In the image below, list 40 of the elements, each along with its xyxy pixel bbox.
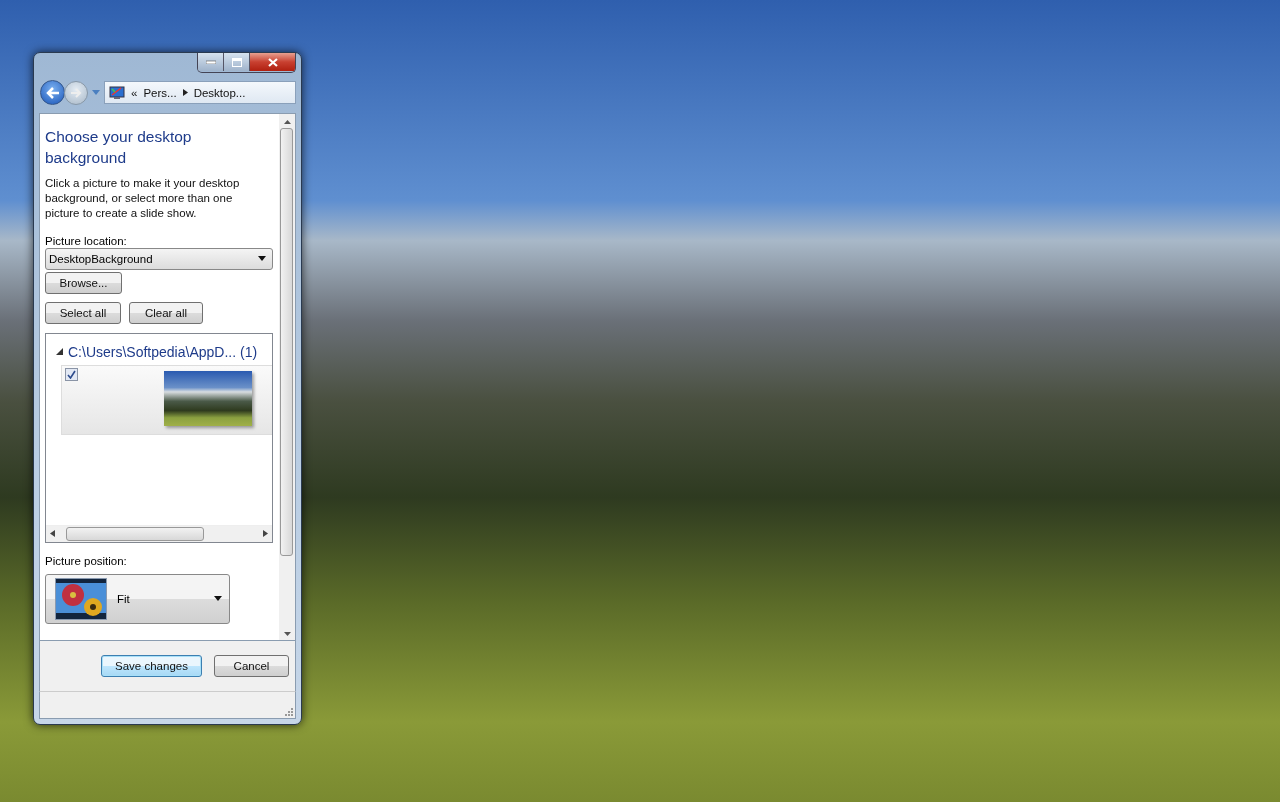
scroll-left-icon[interactable] — [50, 530, 55, 538]
folder-group-title[interactable]: C:\Users\Softpedia\AppD... (1) — [68, 343, 258, 360]
forward-arrow-icon — [70, 87, 82, 98]
picture-position-dropdown[interactable]: Fit — [45, 573, 230, 624]
resize-grip-icon[interactable] — [285, 708, 293, 716]
minimize-button[interactable] — [198, 53, 224, 71]
monitor-icon — [109, 85, 125, 100]
field-label: Picture position: — [45, 554, 128, 567]
field-label: Picture location: — [45, 234, 128, 247]
maximize-button[interactable] — [224, 53, 250, 71]
back-arrow-icon — [45, 86, 60, 99]
breadcrumb-item[interactable]: Pers... — [143, 86, 177, 99]
clear-all-button[interactable]: Clear all — [129, 301, 203, 324]
close-icon — [267, 57, 278, 67]
close-button[interactable] — [250, 53, 295, 71]
picture-location-dropdown[interactable]: DesktopBackground — [45, 247, 273, 270]
flowers-thumbnail-icon — [55, 577, 107, 620]
picture-tile[interactable] — [61, 364, 272, 435]
breadcrumb-item[interactable]: Desktop... — [193, 86, 246, 99]
caret-icon — [214, 596, 222, 602]
caret-icon — [258, 256, 266, 262]
horizontal-scroll-thumb[interactable] — [66, 526, 204, 541]
dialog-button[interactable]: Save changes — [101, 655, 202, 678]
address-bar[interactable]: « Pers... Desktop... — [104, 81, 296, 105]
page-heading: Choose your desktop background — [45, 126, 193, 168]
scroll-up-icon[interactable] — [283, 119, 291, 124]
select-all-button[interactable]: Select all — [45, 301, 121, 324]
scroll-right-icon[interactable] — [263, 530, 268, 538]
minimize-icon — [205, 60, 216, 64]
description-text: Click a picture to make it your desktop background, or select more than one picture to create a slide show. — [45, 175, 241, 221]
chevron-right-icon — [182, 89, 188, 97]
picture-checkbox[interactable] — [65, 367, 78, 381]
maximize-icon — [231, 57, 242, 67]
browse-button[interactable]: Browse... — [45, 271, 122, 294]
scroll-down-icon[interactable] — [283, 632, 291, 637]
back-button[interactable] — [40, 80, 65, 106]
breadcrumb-overflow[interactable]: « — [131, 86, 138, 99]
vertical-scroll-thumb[interactable] — [280, 127, 293, 556]
expanded-triangle-icon[interactable] — [56, 348, 63, 356]
dialog-button[interactable]: Cancel — [214, 655, 289, 678]
